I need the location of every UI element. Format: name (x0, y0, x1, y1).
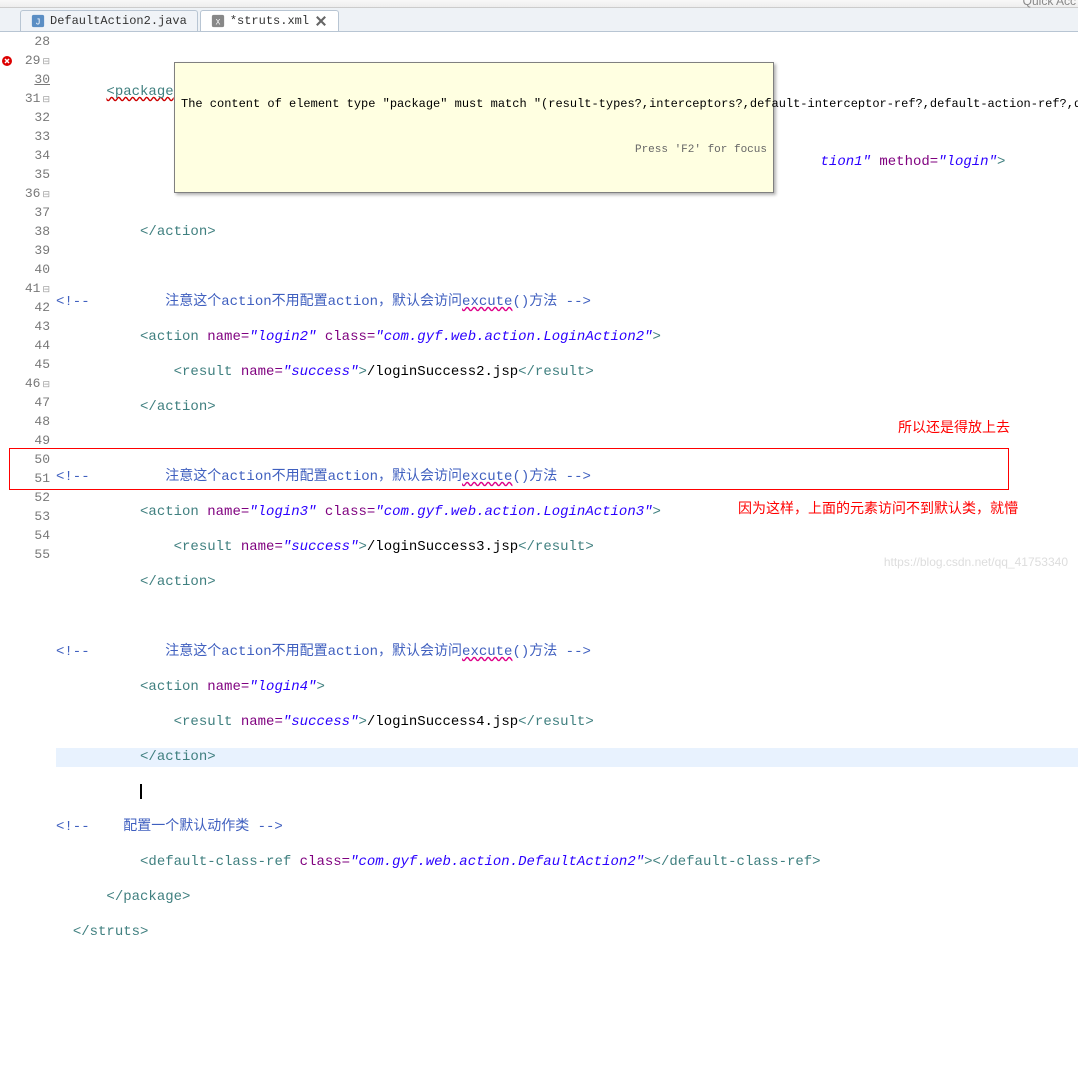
svg-text:J: J (35, 18, 40, 28)
error-icon (1, 55, 13, 67)
fold-icon[interactable]: ⊟ (40, 57, 50, 67)
watermark: https://blog.csdn.net/qq_41753340 (884, 555, 1068, 569)
fold-icon[interactable]: ⊟ (40, 95, 50, 105)
xml-file-icon: X (211, 14, 225, 28)
close-icon[interactable] (314, 14, 328, 28)
annotation-box (9, 448, 1009, 490)
editor-area[interactable]: 28 29⊟ 30 31⊟ 323334 35 36⊟ 373839 40 41… (0, 32, 1078, 575)
tab-label: DefaultAction2.java (50, 14, 187, 28)
fold-icon[interactable]: ⊟ (40, 380, 50, 390)
error-tooltip: The content of element type "package" mu… (174, 62, 774, 193)
tab-xml[interactable]: X *struts.xml (200, 10, 339, 31)
annotation-bottom: 因为这样，上面的元素访问不到默认类，就懵 (738, 498, 1018, 518)
tooltip-focus-hint: Press 'F2' for focus (181, 143, 767, 158)
code-area[interactable]: <package name="p1" extends="struts-defau… (56, 32, 1078, 575)
text-cursor (140, 784, 142, 799)
svg-text:X: X (215, 19, 220, 28)
fold-icon[interactable]: ⊟ (40, 190, 50, 200)
java-file-icon: J (31, 14, 45, 28)
quick-access[interactable]: Quick Acc (1023, 0, 1076, 8)
annotation-top: 所以还是得放上去 (898, 417, 1010, 437)
toolbar (0, 0, 1078, 8)
tab-java[interactable]: J DefaultAction2.java (20, 10, 198, 31)
fold-icon[interactable]: ⊟ (40, 285, 50, 295)
tab-bar: J DefaultAction2.java X *struts.xml (0, 8, 1078, 32)
tab-label: *struts.xml (230, 14, 309, 28)
tooltip-text: The content of element type "package" mu… (181, 97, 767, 112)
marker-column (0, 32, 14, 575)
line-gutter: 28 29⊟ 30 31⊟ 323334 35 36⊟ 373839 40 41… (14, 32, 56, 575)
